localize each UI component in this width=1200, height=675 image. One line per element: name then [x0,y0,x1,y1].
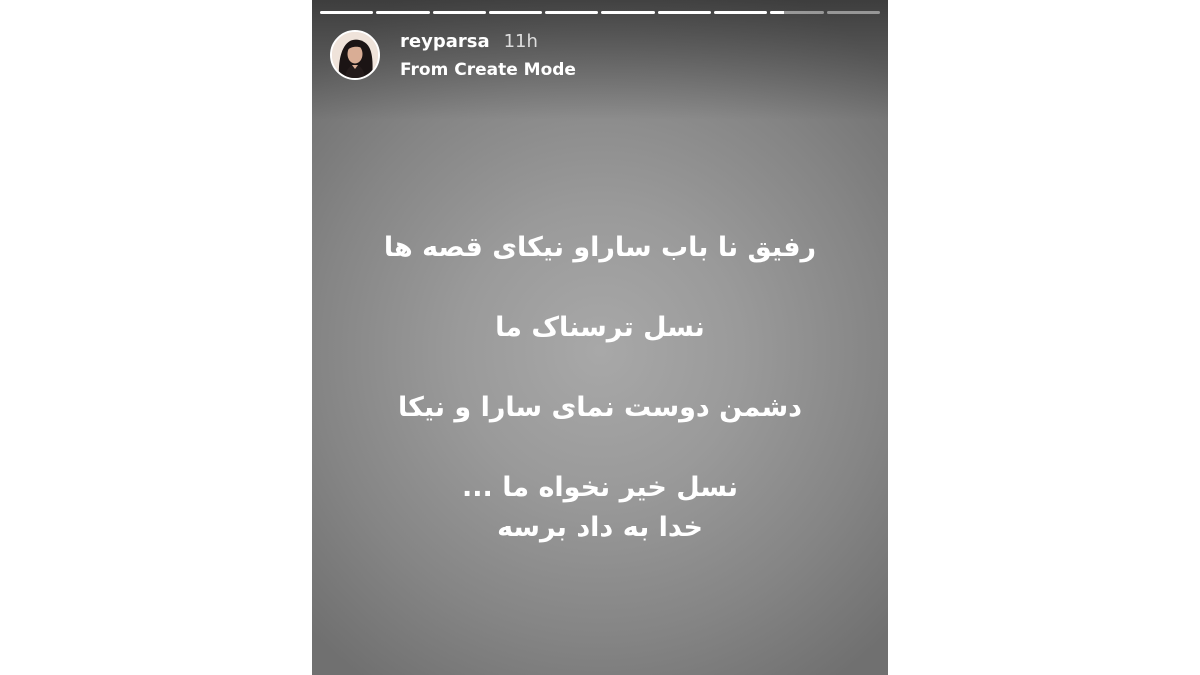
story-header-text: reyparsa 11h From Create Mode [400,31,576,80]
story-progress-fill [601,11,655,14]
story-viewer[interactable]: reyparsa 11h From Create Mode رفیق نا با… [312,0,888,675]
story-source-label[interactable]: From Create Mode [400,60,576,80]
profile-avatar[interactable] [330,30,380,80]
story-progress-fill [488,11,543,14]
story-progress-bar-6 [601,11,655,14]
story-text-line-2: نسل ترسناک ما [495,312,705,343]
story-text-spacer [312,348,888,388]
story-timestamp: 11h [503,30,538,52]
story-progress-fill [657,11,712,14]
story-progress-bar-2 [376,11,430,14]
story-progress-bars [320,11,880,14]
story-progress-fill [320,11,374,14]
story-text-spacer [312,428,888,468]
story-text-line-1: رفیق نا باب ساراو نیکای قصه ها [383,232,817,263]
story-text-content: رفیق نا باب ساراو نیکای قصه ها نسل ترسنا… [312,228,888,548]
story-progress-bar-4 [488,11,543,14]
story-progress-fill [376,11,430,14]
story-progress-bar-5 [545,11,599,14]
story-header: reyparsa 11h From Create Mode [330,28,576,82]
username-link[interactable]: reyparsa [400,31,490,52]
story-progress-bar-10 [826,11,880,14]
story-progress-bar-8 [714,11,768,14]
story-progress-fill [545,11,599,14]
story-progress-bar-7 [657,11,712,14]
story-text-line-5: خدا به داد برسه [497,512,703,543]
story-progress-fill [770,11,784,14]
story-text-spacer [312,268,888,308]
story-progress-bar-3 [432,11,486,14]
story-text-line-4: نسل خیر نخواه ما ... [462,472,738,503]
story-progress-fill [432,11,486,14]
story-progress-bar-9 [770,11,824,14]
story-progress-bar-1 [320,11,374,14]
story-progress-fill [714,11,768,14]
page: reyparsa 11h From Create Mode رفیق نا با… [0,0,1200,675]
story-header-line: reyparsa 11h [400,31,576,52]
story-text-line-3: دشمن دوست نمای سارا و نیکا [398,392,802,423]
avatar-image [332,32,378,78]
